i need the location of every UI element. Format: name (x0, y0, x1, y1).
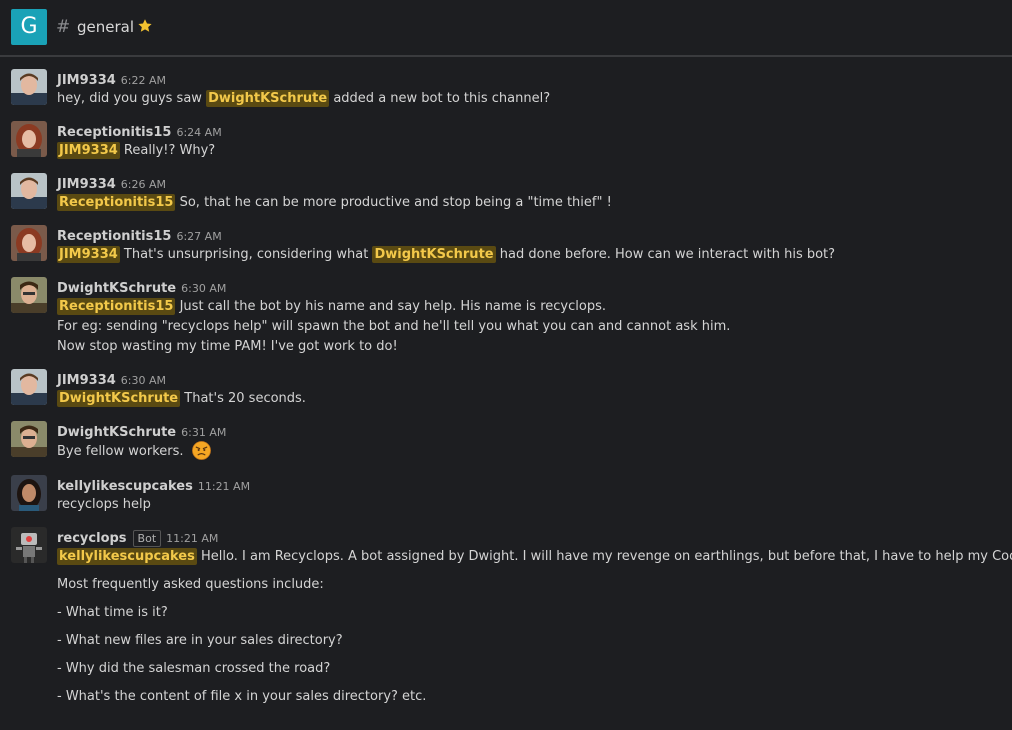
user-mention[interactable]: kellylikescupcakes (57, 548, 197, 565)
message-item: kellylikescupcakes 11:21 AM recyclops hel… (0, 475, 1012, 519)
text-segment: So, that he can be more productive and s… (175, 195, 612, 210)
user-mention[interactable]: JIM9334 (57, 142, 120, 159)
jim-avatar[interactable] (11, 69, 47, 105)
author-name[interactable]: JIM9334 (57, 373, 116, 388)
text-segment: Bye fellow workers. (57, 444, 188, 459)
message-text: JIM9334 Really!? Why? (57, 141, 215, 161)
message-timestamp[interactable]: 11:21 AM (198, 480, 250, 493)
user-mention[interactable]: JIM9334 (57, 246, 120, 263)
message-text: Receptionitis15 So, that he can be more … (57, 193, 612, 213)
user-mention[interactable]: DwightKSchrute (372, 246, 496, 263)
message-item: JIM9334 6:30 AM DwightKSchrute That's 20 … (0, 369, 1012, 413)
message-text: - What's the content of file x in your s… (57, 689, 427, 704)
team-avatar[interactable]: G (11, 9, 47, 45)
author-name[interactable]: Receptionitis15 (57, 125, 171, 140)
message-text: JIM9334 That's unsurprising, considering… (57, 245, 835, 265)
message-text: For eg: sending "recyclops help" will sp… (57, 319, 731, 334)
message-text: - Why did the salesman crossed the road? (57, 661, 331, 676)
jim-avatar[interactable] (11, 173, 47, 209)
text-segment: had done before. How can we interact wit… (495, 247, 836, 262)
message-item: DwightKSchrute 6:31 AM Bye fellow workers… (0, 421, 1012, 467)
message-text: - What new files are in your sales direc… (57, 633, 343, 648)
message-text: Now stop wasting my time PAM! I've got w… (57, 339, 398, 354)
channel-name[interactable]: general (77, 17, 134, 37)
text-segment: hey, did you guys saw (57, 91, 207, 106)
pam-avatar[interactable] (11, 225, 47, 261)
message-text: kellylikescupcakes Hello. I am Recyclops… (57, 547, 1012, 567)
text-segment: That's 20 seconds. (180, 391, 306, 406)
message-text: Receptionitis15 Just call the bot by his… (57, 297, 606, 317)
message-timestamp[interactable]: 6:26 AM (121, 178, 166, 191)
message-item: JIM9334 6:26 AM Receptionitis15 So, that … (0, 173, 1012, 217)
message-timestamp[interactable]: 6:30 AM (121, 374, 166, 387)
channel-header: G # general (0, 0, 1012, 57)
author-name[interactable]: JIM9334 (57, 73, 116, 88)
message-meta: DwightKSchrute 6:30 AM (57, 277, 226, 296)
angry-face-emoji[interactable] (191, 441, 211, 460)
message-timestamp[interactable]: 6:24 AM (176, 126, 221, 139)
message-item: DwightKSchrute 6:30 AM Receptionitis15 Ju… (0, 277, 1012, 361)
message-meta: recyclops Bot 11:21 AM (57, 527, 218, 547)
favorite-star-icon[interactable] (137, 18, 153, 34)
message-meta: kellylikescupcakes 11:21 AM (57, 475, 250, 494)
author-name[interactable]: Receptionitis15 (57, 229, 171, 244)
user-mention[interactable]: DwightKSchrute (57, 390, 181, 407)
author-name[interactable]: DwightKSchrute (57, 425, 176, 440)
message-timestamp[interactable]: 6:27 AM (176, 230, 221, 243)
text-segment: That's unsurprising, considering what (119, 247, 373, 262)
text-segment: Hello. I am Recyclops. A bot assigned by… (196, 549, 1012, 564)
message-meta: JIM9334 6:22 AM (57, 69, 166, 88)
author-name[interactable]: JIM9334 (57, 177, 116, 192)
hash-icon: # (56, 17, 71, 37)
message-item: recyclops Bot 11:21 AM kellylikescupcakes … (0, 527, 1012, 727)
message-item: Receptionitis15 6:27 AM JIM9334 That's un… (0, 225, 1012, 269)
text-segment: Just call the bot by his name and say he… (175, 299, 606, 314)
author-name[interactable]: DwightKSchrute (57, 281, 176, 296)
text-segment: Really!? Why? (119, 143, 216, 158)
pam-avatar[interactable] (11, 121, 47, 157)
text-segment: added a new bot to this channel? (329, 91, 551, 106)
message-timestamp[interactable]: 6:22 AM (121, 74, 166, 87)
kelly-avatar[interactable] (11, 475, 47, 511)
message-meta: JIM9334 6:26 AM (57, 173, 166, 192)
message-meta: Receptionitis15 6:24 AM (57, 121, 222, 140)
jim-avatar[interactable] (11, 369, 47, 405)
message-text: hey, did you guys saw DwightKSchrute add… (57, 89, 550, 109)
message-meta: Receptionitis15 6:27 AM (57, 225, 222, 244)
dwight-avatar[interactable] (11, 421, 47, 457)
user-mention[interactable]: Receptionitis15 (57, 298, 176, 315)
recyclops-avatar[interactable] (11, 527, 47, 563)
author-name[interactable]: recyclops (57, 531, 127, 546)
message-item: Receptionitis15 6:24 AM JIM9334 Really!? … (0, 121, 1012, 165)
message-meta: JIM9334 6:30 AM (57, 369, 166, 388)
message-timestamp[interactable]: 11:21 AM (166, 532, 218, 545)
bot-badge: Bot (132, 530, 162, 547)
message-list[interactable]: JIM9334 6:22 AM hey, did you guys saw Dwi… (0, 59, 1012, 730)
text-segment: recyclops help (57, 497, 151, 512)
message-text: Bye fellow workers. (57, 441, 211, 461)
message-timestamp[interactable]: 6:31 AM (181, 426, 226, 439)
message-text: DwightKSchrute That's 20 seconds. (57, 389, 306, 409)
message-text: - What time is it? (57, 605, 168, 620)
author-name[interactable]: kellylikescupcakes (57, 479, 193, 494)
message-meta: DwightKSchrute 6:31 AM (57, 421, 226, 440)
message-text: recyclops help (57, 495, 151, 515)
user-mention[interactable]: DwightKSchrute (206, 90, 330, 107)
message-timestamp[interactable]: 6:30 AM (181, 282, 226, 295)
message-item: JIM9334 6:22 AM hey, did you guys saw Dwi… (0, 69, 1012, 113)
message-text: Most frequently asked questions include: (57, 577, 324, 592)
dwight-avatar[interactable] (11, 277, 47, 313)
user-mention[interactable]: Receptionitis15 (57, 194, 176, 211)
